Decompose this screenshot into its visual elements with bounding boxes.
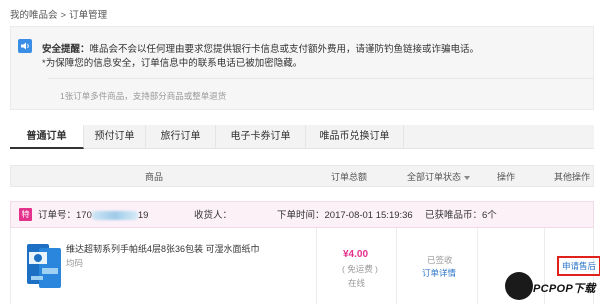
product-spec: 均码: [66, 258, 84, 268]
column-divider: [477, 228, 478, 304]
payment-method: 在线: [348, 278, 366, 288]
order-number-prefix: 170: [76, 210, 92, 221]
receiver-label: 收货人：: [194, 210, 233, 221]
order-number-suffix: 19: [137, 210, 149, 221]
header-total: 订单总额: [331, 172, 368, 182]
order-tabs: 普通订单 预付订单 旅行订单 电子卡券订单 唯品币兑换订单: [10, 125, 594, 149]
notice-divider: [48, 78, 594, 79]
order-detail-link[interactable]: 订单详情: [422, 267, 456, 279]
tab-prepaid-orders[interactable]: 预付订单: [84, 125, 146, 149]
column-divider: [316, 228, 317, 304]
redacted-blur: [91, 210, 138, 220]
tab-normal-orders[interactable]: 普通订单: [10, 125, 84, 149]
breadcrumb-home[interactable]: 我的唯品会: [10, 10, 58, 21]
speaker-icon: [18, 39, 32, 53]
special-sale-tag: 特: [19, 208, 32, 221]
order-number: 订单号：170 19: [38, 202, 148, 229]
watermark-logo-icon: [505, 272, 533, 300]
order-number-label: 订单号：: [38, 210, 77, 221]
tab-ecard-orders[interactable]: 电子卡券订单: [216, 125, 306, 149]
product-thumbnail[interactable]: [25, 238, 65, 290]
column-divider: [396, 228, 397, 304]
notice-text: 唯品会不会以任何理由要求您提供银行卡信息或支付额外费用，请谨防钓鱼链接或诈骗电话…: [89, 44, 480, 55]
shipping-note: ( 免运费 ): [342, 264, 378, 274]
order-table-header: 商品 订单总额 全部订单状态 操作 其他操作: [10, 165, 594, 187]
watermark-text: PCPOP下载: [533, 283, 596, 295]
tab-coin-exchange-orders[interactable]: 唯品币兑换订单: [306, 125, 404, 149]
header-action: 操作: [497, 172, 516, 182]
return-hint: 1张订单多件商品，支持部分商品或整单退货: [60, 91, 227, 101]
breadcrumb: 我的唯品会 > 订单管理: [10, 7, 107, 21]
notice-line-1: 安全提醒：唯品会不会以任何理由要求您提供银行卡信息或支付额外费用，请谨防钓鱼链接…: [42, 41, 479, 55]
vip-coins-earned: 已获唯品币：6个: [425, 210, 497, 221]
order-status-filter[interactable]: 全部订单状态: [407, 166, 471, 188]
notice-line-2: *为保障您的信息安全，订单信息中的联系电话已被加密隐藏。: [42, 58, 303, 69]
chevron-down-icon: [464, 175, 471, 180]
site-watermark: PCPOP下载: [505, 272, 600, 304]
notice-title: 安全提醒：: [42, 44, 90, 55]
order-header-row: 特 订单号：170 19 收货人： 下单时间：2017-08-01 15:19:3…: [10, 201, 594, 228]
order-time: 下单时间：2017-08-01 15:19:36: [277, 210, 413, 221]
header-other-action: 其他操作: [554, 172, 591, 182]
tab-travel-orders[interactable]: 旅行订单: [146, 125, 216, 149]
status-filter-label: 全部订单状态: [407, 172, 462, 182]
product-name[interactable]: 维达超韧系列手帕纸4层8张36包装 可湿水面纸巾: [66, 242, 260, 255]
breadcrumb-current: 订单管理: [69, 10, 108, 21]
order-status: 已签收: [427, 255, 453, 265]
header-product: 商品: [145, 172, 164, 182]
breadcrumb-separator: >: [60, 10, 67, 21]
order-price: ¥4.00: [343, 249, 369, 260]
